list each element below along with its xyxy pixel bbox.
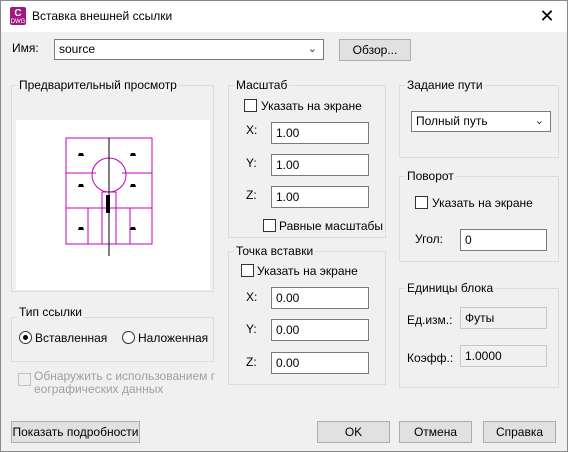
- factor-field: 1.0000: [460, 345, 547, 367]
- cancel-button[interactable]: Отмена: [399, 421, 472, 443]
- insertion-x-label: X:: [246, 290, 258, 304]
- help-button[interactable]: Справка: [483, 421, 556, 443]
- insertion-title: Точка вставки: [234, 244, 316, 258]
- close-icon[interactable]: ✕: [533, 5, 561, 27]
- insertion-y-label: Y:: [246, 322, 257, 336]
- scale-on-screen-label: Указать на экране: [261, 99, 362, 113]
- chevron-down-icon: ⌄: [307, 43, 317, 55]
- app-icon-letter: C: [14, 8, 22, 19]
- show-details-button[interactable]: Показать подробности: [11, 421, 140, 443]
- ok-button[interactable]: OK: [317, 421, 390, 443]
- rotation-title: Поворот: [405, 169, 456, 183]
- uniform-scale-label: Равные масштабы: [279, 219, 383, 233]
- rotation-on-screen-label: Указать на экране: [432, 196, 533, 210]
- app-icon: C DWG: [10, 7, 26, 25]
- path-type-select[interactable]: Полный путь ⌄: [411, 111, 551, 132]
- geo-label: Обнаружить с использованием г еографичес…: [34, 370, 215, 396]
- overlay-radio[interactable]: [122, 331, 135, 344]
- reference-type-title: Тип ссылки: [17, 305, 84, 319]
- insertion-z-label: Z:: [246, 355, 257, 369]
- insertion-z-input[interactable]: 0.00: [271, 352, 369, 374]
- window-title: Вставка внешней ссылки: [32, 9, 173, 23]
- angle-input[interactable]: 0: [460, 229, 547, 251]
- scale-z-input[interactable]: 1.00: [271, 186, 369, 208]
- browse-button[interactable]: Обзор...: [339, 39, 411, 61]
- insertion-y-input[interactable]: 0.00: [271, 319, 369, 341]
- attach-radio[interactable]: [19, 331, 32, 344]
- unit-label: Ед.изм.:: [407, 313, 453, 327]
- scale-x-label: X:: [246, 123, 258, 137]
- title-bar: C DWG Вставка внешней ссылки ✕: [1, 1, 567, 32]
- chevron-down-icon: ⌄: [534, 115, 544, 127]
- attach-label: Вставленная: [35, 331, 108, 345]
- angle-label: Угол:: [415, 232, 443, 246]
- path-type-title: Задание пути: [405, 78, 485, 92]
- scale-x-input[interactable]: 1.00: [271, 122, 369, 144]
- factor-label: Коэфф.:: [407, 351, 454, 365]
- preview-title: Предварительный просмотр: [17, 78, 179, 92]
- geo-label-line2: еографических данных: [34, 382, 164, 396]
- rotation-on-screen-checkbox[interactable]: [415, 196, 428, 209]
- insertion-on-screen-label: Указать на экране: [257, 264, 358, 278]
- name-label: Имя:: [12, 41, 39, 55]
- name-select[interactable]: source ⌄: [54, 39, 324, 60]
- insertion-on-screen-checkbox[interactable]: [241, 264, 254, 277]
- unit-field: Футы: [460, 307, 547, 329]
- geo-checkbox[interactable]: [18, 373, 31, 386]
- dialog-window: C DWG Вставка внешней ссылки ✕ Имя: sour…: [0, 0, 568, 452]
- overlay-label: Наложенная: [138, 331, 209, 345]
- preview-area: [16, 120, 210, 290]
- block-units-title: Единицы блока: [405, 281, 496, 295]
- preview-drawing: [65, 137, 153, 256]
- scale-y-input[interactable]: 1.00: [271, 154, 369, 176]
- block-units-group: [399, 288, 559, 388]
- scale-y-label: Y:: [246, 156, 257, 170]
- uniform-scale-checkbox[interactable]: [263, 219, 276, 232]
- scale-z-label: Z:: [246, 188, 257, 202]
- scale-on-screen-checkbox[interactable]: [244, 99, 257, 112]
- name-select-value: source: [59, 42, 96, 56]
- insertion-x-input[interactable]: 0.00: [271, 287, 369, 309]
- app-icon-sub: DWG: [10, 19, 26, 25]
- path-type-value: Полный путь: [416, 114, 488, 128]
- scale-title: Масштаб: [234, 78, 290, 92]
